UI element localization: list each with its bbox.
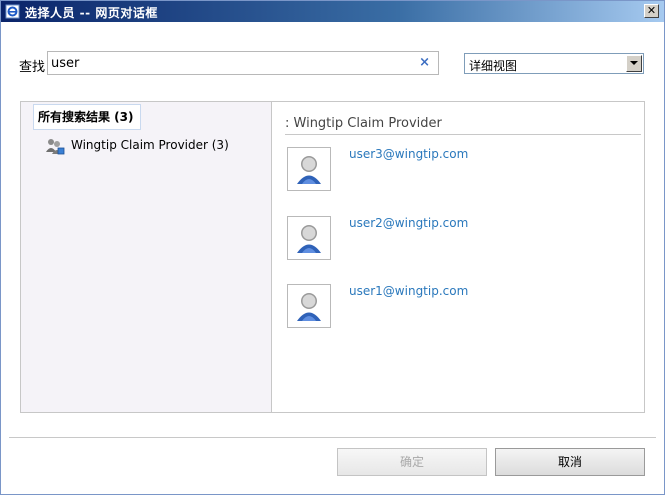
ie-page-icon bbox=[5, 4, 20, 19]
close-button[interactable]: ✕ bbox=[644, 4, 659, 18]
provider-tree: 所有搜索结果 (3) Wingtip Claim Provider (3) bbox=[21, 102, 272, 412]
tree-item-label: Wingtip Claim Provider (3) bbox=[71, 138, 229, 152]
tree-item-all-results[interactable]: 所有搜索结果 (3) bbox=[33, 104, 141, 130]
results-panel: 所有搜索结果 (3) Wingtip Claim Provider (3) : … bbox=[20, 101, 645, 413]
people-picker-dialog: 选择人员 -- 网页对话框 ✕ 查找 × 详细视图 所有搜索结果 (3) Win… bbox=[0, 0, 665, 495]
view-mode-value: 详细视图 bbox=[469, 59, 518, 73]
results-list: : Wingtip Claim Provider user3@wingtip.c… bbox=[273, 102, 644, 412]
tree-item-wingtip-provider[interactable]: Wingtip Claim Provider (3) bbox=[45, 136, 229, 156]
user-avatar bbox=[287, 284, 331, 328]
window-title: 选择人员 -- 网页对话框 bbox=[25, 6, 158, 20]
title-bar[interactable]: 选择人员 -- 网页对话框 ✕ bbox=[1, 1, 664, 22]
results-group-header: : Wingtip Claim Provider bbox=[285, 116, 641, 135]
cancel-button[interactable]: 取消 bbox=[495, 448, 645, 476]
user-name-link[interactable]: user3@wingtip.com bbox=[349, 147, 468, 161]
dropdown-arrow-icon[interactable] bbox=[626, 55, 642, 72]
user-icon bbox=[290, 150, 328, 188]
claim-provider-icon bbox=[46, 138, 65, 154]
close-icon: ✕ bbox=[646, 4, 657, 17]
ok-button[interactable]: 确定 bbox=[337, 448, 487, 476]
search-input[interactable] bbox=[51, 53, 411, 73]
clear-search-icon[interactable]: × bbox=[419, 55, 430, 70]
footer-divider bbox=[9, 437, 656, 438]
user-name-link[interactable]: user1@wingtip.com bbox=[349, 284, 468, 298]
search-label: 查找 bbox=[19, 60, 46, 75]
user-avatar bbox=[287, 147, 331, 191]
user-avatar bbox=[287, 216, 331, 260]
user-name-link[interactable]: user2@wingtip.com bbox=[349, 216, 468, 230]
user-icon bbox=[290, 219, 328, 257]
user-icon bbox=[290, 287, 328, 325]
search-box[interactable]: × bbox=[47, 51, 439, 75]
view-mode-select[interactable]: 详细视图 bbox=[464, 53, 644, 74]
